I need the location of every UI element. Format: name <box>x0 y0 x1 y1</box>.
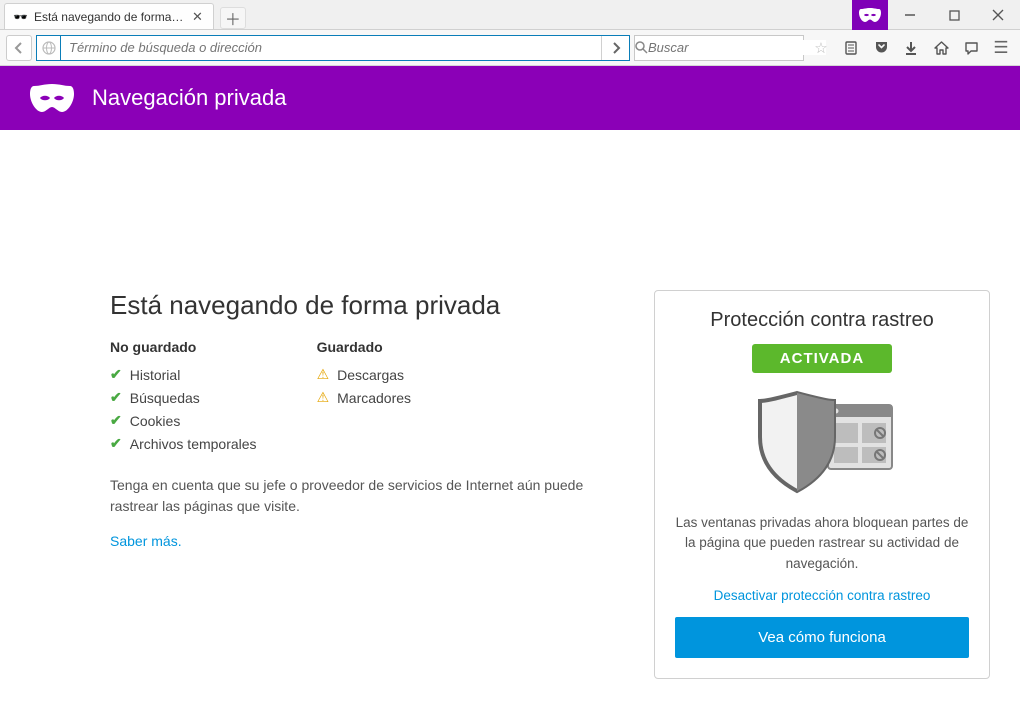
nav-toolbar: ☆ ☰ <box>0 30 1020 66</box>
window-controls <box>888 0 1020 30</box>
page-heading: Está navegando de forma privada <box>110 290 630 321</box>
card-description: Las ventanas privadas ahora bloquean par… <box>675 513 969 574</box>
check-icon: ✔ <box>110 389 122 406</box>
pocket-icon[interactable] <box>868 35 894 61</box>
private-banner: Navegación privada <box>0 66 1020 130</box>
url-input[interactable] <box>61 40 601 55</box>
home-icon[interactable] <box>928 35 954 61</box>
check-icon: ✔ <box>110 435 122 452</box>
bookmark-star-icon[interactable]: ☆ <box>808 35 834 61</box>
saved-heading: Guardado <box>317 339 411 355</box>
not-saved-column: No guardado ✔Historial ✔Búsquedas ✔Cooki… <box>110 339 257 455</box>
list-item: ⚠Descargas <box>317 363 411 386</box>
list-item: ✔Historial <box>110 363 257 386</box>
search-bar[interactable] <box>634 35 804 61</box>
go-button[interactable] <box>601 36 629 60</box>
disable-tracking-link[interactable]: Desactivar protección contra rastreo <box>675 588 969 603</box>
arrow-left-icon <box>13 42 25 54</box>
tracking-card: Protección contra rastreo ACTIVADA <box>654 290 990 679</box>
mask-icon <box>30 84 74 112</box>
how-it-works-button[interactable]: Vea cómo funciona <box>675 617 969 658</box>
tab-strip: 🕶️ Está navegando de forma ... ✕ ＋ <box>0 0 1020 30</box>
shield-website-icon <box>742 387 902 497</box>
mask-icon <box>859 8 881 22</box>
menu-button[interactable]: ☰ <box>988 35 1014 61</box>
close-window-button[interactable] <box>976 0 1020 30</box>
warning-icon: ⚠ <box>317 366 330 383</box>
arrow-right-icon <box>610 42 622 54</box>
warning-icon: ⚠ <box>317 389 330 406</box>
tab-close-icon[interactable]: ✕ <box>190 9 205 25</box>
learn-more-link[interactable]: Saber más. <box>110 533 182 549</box>
search-icon <box>635 41 648 54</box>
list-item: ✔Archivos temporales <box>110 432 257 455</box>
tab-title: Está navegando de forma ... <box>34 10 184 24</box>
status-badge: ACTIVADA <box>752 344 892 373</box>
banner-title: Navegación privada <box>92 85 286 111</box>
page-content: Está navegando de forma privada No guard… <box>0 130 1020 679</box>
site-identity-icon[interactable] <box>37 36 61 60</box>
maximize-button[interactable] <box>932 0 976 30</box>
browser-tab[interactable]: 🕶️ Está navegando de forma ... ✕ <box>4 3 214 29</box>
saved-column: Guardado ⚠Descargas ⚠Marcadores <box>317 339 411 455</box>
search-input[interactable] <box>648 40 826 55</box>
check-icon: ✔ <box>110 412 122 429</box>
info-section: Está navegando de forma privada No guard… <box>110 290 630 551</box>
back-button[interactable] <box>6 35 32 61</box>
minimize-button[interactable] <box>888 0 932 30</box>
reader-view-icon[interactable] <box>838 35 864 61</box>
new-tab-button[interactable]: ＋ <box>220 7 246 29</box>
list-item: ⚠Marcadores <box>317 386 411 409</box>
url-bar[interactable] <box>36 35 630 61</box>
chat-icon[interactable] <box>958 35 984 61</box>
downloads-icon[interactable] <box>898 35 924 61</box>
card-title: Protección contra rastreo <box>675 309 969 332</box>
not-saved-heading: No guardado <box>110 339 257 355</box>
tab-favicon-icon: 🕶️ <box>13 10 28 24</box>
privacy-note: Tenga en cuenta que su jefe o proveedor … <box>110 475 630 517</box>
list-item: ✔Búsquedas <box>110 386 257 409</box>
list-item: ✔Cookies <box>110 409 257 432</box>
tracking-illustration <box>675 387 969 497</box>
private-mode-indicator <box>852 0 888 30</box>
check-icon: ✔ <box>110 366 122 383</box>
